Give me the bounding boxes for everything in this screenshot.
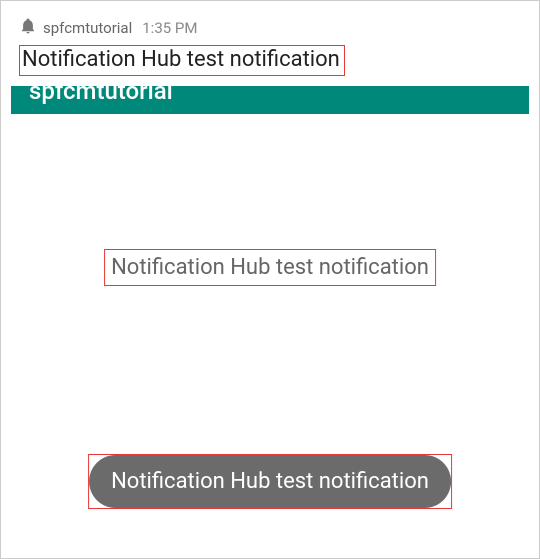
dialog-message[interactable]: Notification Hub test notification — [104, 249, 436, 286]
bell-icon — [19, 17, 37, 39]
notification-header: spfcmtutorial 1:35 PM — [19, 17, 521, 39]
notification-time: 1:35 PM — [142, 19, 197, 37]
notification-panel[interactable]: spfcmtutorial 1:35 PM Notification Hub t… — [11, 11, 529, 86]
toast-message: Notification Hub test notification — [89, 455, 451, 508]
notification-title: Notification Hub test notification — [19, 45, 345, 76]
toast-wrapper: Notification Hub test notification — [88, 454, 452, 509]
content-area: Notification Hub test notification Notif… — [11, 114, 529, 541]
notification-app-name: spfcmtutorial — [43, 19, 132, 37]
